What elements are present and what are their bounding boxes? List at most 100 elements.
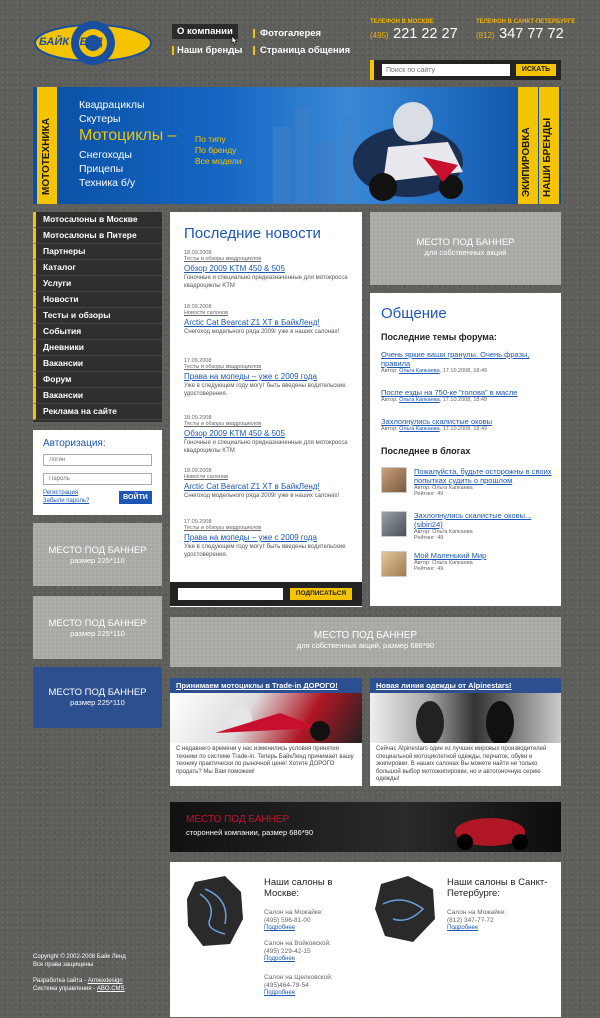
banner-sub-brand[interactable]: По бренду	[195, 145, 236, 156]
banner-slot-2[interactable]: МЕСТО ПОД БАННЕР размер 225*110	[33, 596, 162, 659]
menu-item[interactable]: Дневники	[33, 340, 162, 356]
search-button[interactable]: ИСКАТЬ	[516, 64, 556, 76]
cursor-icon	[230, 33, 238, 46]
salon-item: Салон на Щелковской: (495)464-79-54 Подр…	[264, 974, 333, 996]
news-link[interactable]: Обзор 2009 KTM 450 & 505	[184, 264, 354, 273]
subscribe-email-input[interactable]	[178, 588, 283, 600]
banner-sub-all[interactable]: Все модели	[195, 156, 242, 167]
news-link[interactable]: Обзор 2009 KTM 450 & 505	[184, 429, 354, 438]
news-link[interactable]: Arctic Cat Bearcat Z1 XT в БайкЛенд!	[184, 482, 354, 491]
motorcycle-illustration	[273, 102, 463, 204]
logo-text: БАЙК ЛЕНД	[39, 36, 103, 48]
login-title: Авторизация:	[43, 438, 106, 449]
phone-moscow: ТЕЛЕФОН В МОСКВЕ (495) 221 22 27	[370, 19, 458, 42]
password-input[interactable]	[43, 473, 152, 485]
subscribe-button[interactable]: ПОДПИСАТЬСЯ	[290, 588, 352, 600]
menu-item[interactable]: Партнеры	[33, 244, 162, 260]
menu-item[interactable]: Реклама на сайте	[33, 404, 162, 420]
search-input[interactable]	[382, 64, 510, 76]
login-input[interactable]	[43, 454, 152, 466]
developer-link[interactable]: Armexdesign	[88, 978, 123, 984]
banner-moto-tech[interactable]: МОТОТЕХНИКА	[41, 118, 52, 195]
salon-item: Салон на Можайке: (495) 596-81-00 Подроб…	[264, 909, 324, 931]
spb-map-icon[interactable]	[373, 874, 438, 944]
news-item: 17.09.2008 Тесты и обзоры квадроциклов П…	[184, 519, 354, 559]
promo-trade-in: Принимаем мотоциклы в Trade-in ДОРОГО! С…	[170, 678, 362, 786]
news-item: 18.09.2008 Тесты и обзоры квадроциклов О…	[184, 415, 354, 455]
menu-item[interactable]: Новости	[33, 292, 162, 308]
promo-title-link[interactable]: Принимаем мотоциклы в Trade-in ДОРОГО!	[170, 678, 362, 693]
menu-item[interactable]: Услуги	[33, 276, 162, 292]
banner-equipment[interactable]: ЭКИПИРОВКА	[521, 127, 532, 197]
news-item: 17.09.2008 Тесты и обзоры квадроциклов П…	[184, 358, 354, 398]
cms-link[interactable]: ABO.CMS	[97, 986, 125, 992]
news-link[interactable]: Arctic Cat Bearcat Z1 XT в БайкЛенд!	[184, 318, 354, 327]
community-panel: Общение Последние темы форума: Очень ярк…	[370, 293, 561, 606]
logo[interactable]: БАЙК ЛЕНД	[33, 12, 153, 72]
banner-brands[interactable]: НАШИ БРЕНДЫ	[542, 118, 553, 197]
salon-item: Салон на Можайке: (812) 347-77-72 Подроб…	[447, 909, 507, 931]
nav-gallery[interactable]: Фотогалерея	[253, 28, 321, 39]
subscribe-bar: ПОДПИСАТЬСЯ	[170, 582, 362, 606]
menu-item[interactable]: Вакансии	[33, 356, 162, 372]
forum-topics-heading: Последние темы форума:	[381, 332, 497, 342]
banner-cat-scooters[interactable]: Скутеры	[79, 112, 120, 126]
menu-item[interactable]: Вакансии	[33, 388, 162, 404]
banner-wide-own[interactable]: МЕСТО ПОД БАННЕР для собственных акций, р…	[170, 617, 561, 667]
login-form: Авторизация: Регистрация Забыли пароль? …	[33, 430, 162, 515]
news-item: 18.09.2008 Тесты и обзоры квадроциклов О…	[184, 250, 354, 290]
forum-topic: Захлопнулись скалистые оковы Автор: Ольг…	[381, 417, 493, 432]
menu-item[interactable]: Мотосалоны в Питере	[33, 228, 162, 244]
salon-item: Салон на Войковской: (495) 229-42-15 Под…	[264, 940, 331, 962]
forum-topic: После езды на 750-ке "голова" в масле Ав…	[381, 388, 518, 403]
salons-section: Наши салоны в Москве: Салон на Можайке: …	[170, 862, 561, 1017]
forgot-password-link[interactable]: Забыли пароль?	[43, 498, 89, 504]
promo-text: Сейчас Alpinestars один из лучших мировы…	[376, 746, 547, 782]
promo-title-link[interactable]: Новая линия одежды от Alpinestars!	[370, 678, 561, 693]
nav-brands[interactable]: Наши бренды	[172, 45, 242, 56]
promo-text: С недавнего времени у нас изменились усл…	[176, 746, 354, 775]
nav-about[interactable]: О компании	[172, 24, 238, 39]
banner-third-party[interactable]: МЕСТО ПОД БАННЕР сторонней компании, раз…	[170, 802, 561, 852]
moscow-map-icon[interactable]	[185, 874, 245, 949]
banner-cat-used[interactable]: Техника б/у	[79, 176, 135, 190]
promo-alpinestars: Новая линия одежды от Alpinestars! Сейча…	[370, 678, 561, 786]
footer: Copyright © 2002-2008 Байк Ленд Все прав…	[33, 954, 126, 992]
banner-cat-snow[interactable]: Снегоходы	[79, 148, 132, 162]
news-panel: Последние новости 18.09.2008 Тесты и обз…	[170, 212, 362, 607]
news-item: 18.09.2008 Новости салонов Arctic Cat Be…	[184, 468, 354, 500]
avatar[interactable]	[381, 511, 407, 537]
login-button[interactable]: ВОЙТИ	[119, 491, 152, 504]
menu-item[interactable]: Тесты и обзоры	[33, 308, 162, 324]
news-link[interactable]: Права на мопеды – уже с 2009 года	[184, 533, 354, 542]
hero-banner: МОТОТЕХНИКА ЭКИПИРОВКА НАШИ БРЕНДЫ Квадр…	[33, 87, 561, 204]
menu-item[interactable]: События	[33, 324, 162, 340]
banner-cat-trailers[interactable]: Прицепы	[79, 162, 123, 176]
blogs-heading: Последнее в блогах	[381, 446, 471, 456]
nav-forum[interactable]: Страница общения	[253, 45, 350, 56]
banner-sub-type[interactable]: По типу	[195, 134, 226, 145]
avatar[interactable]	[381, 551, 407, 577]
spb-heading: Наши салоны в Санкт-Петербурге:	[447, 877, 548, 899]
sidebar-menu: Мотосалоны в Москве Мотосалоны в Питере …	[33, 212, 162, 422]
menu-item[interactable]: Каталог	[33, 260, 162, 276]
news-link[interactable]: Права на мопеды – уже с 2009 года	[184, 372, 354, 381]
forum-topic: Очень яркие ваши гранулы. Очень фразы, п…	[381, 350, 530, 374]
promo-image[interactable]	[370, 693, 561, 745]
banner-slot-3[interactable]: МЕСТО ПОД БАННЕР размер 225*110	[33, 667, 162, 728]
nav-bullet	[253, 28, 255, 38]
news-item: 18.09.2008 Новости салонов Arctic Cat Be…	[184, 304, 354, 336]
banner-own-promos[interactable]: МЕСТО ПОД БАННЕР для собственных акций	[370, 212, 561, 285]
news-title: Последние новости	[184, 225, 321, 242]
promo-image[interactable]	[170, 693, 362, 743]
banner-slot-1[interactable]: МЕСТО ПОД БАННЕР размер 225*110	[33, 523, 162, 586]
moscow-heading: Наши салоны в Москве:	[264, 877, 333, 899]
banner-cat-quad[interactable]: Квадрациклы	[79, 98, 145, 112]
register-link[interactable]: Регистрация	[43, 490, 78, 496]
menu-item[interactable]: Форум	[33, 372, 162, 388]
avatar[interactable]	[381, 467, 407, 493]
menu-item[interactable]: Мотосалоны в Москве	[33, 212, 162, 228]
community-title: Общение	[381, 305, 447, 322]
banner-cat-moto[interactable]: Мотоциклы –	[79, 128, 177, 144]
search-box: ИСКАТЬ	[370, 60, 561, 80]
